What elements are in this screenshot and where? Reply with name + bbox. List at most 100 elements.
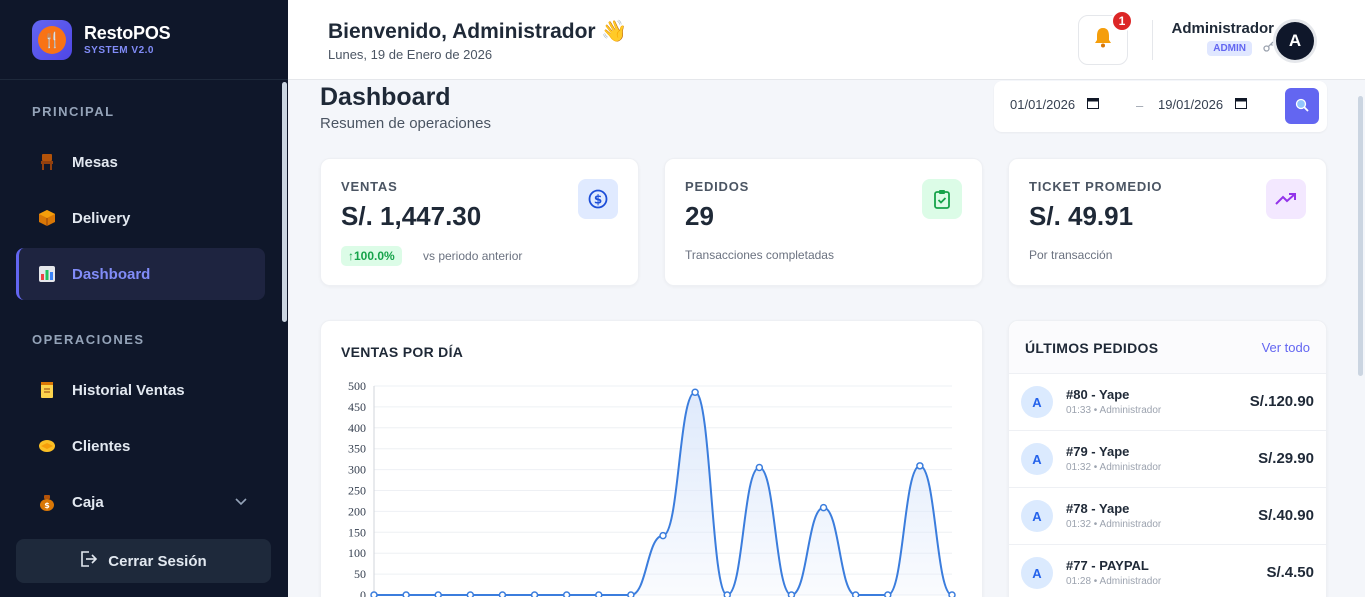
- date-range-filter: 01/01/2026 – 19/01/2026: [994, 81, 1327, 132]
- date-from-input[interactable]: 01/01/2026: [1010, 97, 1100, 112]
- order-avatar: A: [1021, 500, 1053, 532]
- view-all-link[interactable]: Ver todo: [1262, 340, 1310, 355]
- search-button[interactable]: [1285, 88, 1319, 124]
- bell-icon: [1093, 26, 1113, 54]
- date-to-value: 19/01/2026: [1158, 97, 1224, 112]
- handshake-icon: [38, 437, 56, 455]
- current-date: Lunes, 19 de Enero de 2026: [328, 47, 493, 62]
- stat-note: Por transacción: [1029, 248, 1113, 262]
- sidebar-item-label: Caja: [72, 493, 104, 511]
- user-name[interactable]: Administrador: [1171, 20, 1274, 37]
- order-row[interactable]: A #80 - Yape 01:33 • Administrador S/.12…: [1009, 374, 1326, 431]
- order-amount: S/.4.50: [1266, 564, 1314, 581]
- stat-note: Transacciones completadas: [685, 248, 834, 262]
- y-tick-label: 50: [354, 567, 366, 581]
- sidebar-item-label: Delivery: [72, 209, 131, 227]
- section-operaciones: OPERACIONES: [32, 332, 145, 347]
- data-point: [595, 591, 603, 597]
- order-avatar: A: [1021, 557, 1053, 589]
- y-tick-label: 0: [360, 588, 366, 597]
- svg-text:$: $: [44, 501, 50, 510]
- data-point: [466, 591, 475, 597]
- key-icon: [1263, 41, 1274, 55]
- logout-button[interactable]: Cerrar Sesión: [16, 539, 271, 583]
- data-point: [498, 591, 507, 597]
- orders-title: ÚLTIMOS PEDIDOS: [1025, 340, 1159, 356]
- stat-card-pedidos: PEDIDOS 29 Transacciones completadas: [664, 158, 983, 286]
- orders-header: ÚLTIMOS PEDIDOS Ver todo: [1009, 321, 1326, 374]
- data-point: [948, 591, 956, 597]
- y-tick-label: 250: [348, 484, 366, 498]
- y-tick-label: 400: [348, 421, 366, 435]
- data-point: [691, 388, 699, 397]
- sidebar-item-label: Historial Ventas: [72, 381, 185, 399]
- sales-line-chart: 0 50 100 150 200 250 300 350 400 450 500: [348, 379, 956, 597]
- sidebar-item-historial-ventas[interactable]: Historial Ventas: [16, 364, 265, 416]
- sidebar-item-clientes[interactable]: Clientes: [16, 420, 265, 472]
- order-id: #77 - PAYPAL: [1066, 558, 1149, 573]
- data-point: [402, 591, 410, 597]
- data-point: [370, 591, 378, 597]
- y-tick-label: 350: [348, 442, 366, 456]
- header-divider: [1152, 20, 1153, 60]
- order-row[interactable]: A #78 - Yape 01:32 • Administrador S/.40…: [1009, 488, 1326, 545]
- brand[interactable]: 🍴 RestoPOS SYSTEM V2.0: [0, 0, 288, 80]
- order-meta: 01:32 • Administrador: [1066, 462, 1162, 473]
- sidebar-item-label: Dashboard: [72, 265, 151, 283]
- svg-text:$: $: [594, 193, 602, 207]
- order-meta: 01:28 • Administrador: [1066, 576, 1162, 587]
- trend-badge: ↑100.0%: [341, 246, 402, 266]
- dollar-icon: $: [578, 179, 618, 219]
- sidebar-item-delivery[interactable]: Delivery: [16, 192, 265, 244]
- stat-card-ticket: TICKET PROMEDIO S/. 49.91 Por transacció…: [1008, 158, 1327, 286]
- data-point: [884, 591, 892, 597]
- date-separator: –: [1136, 98, 1144, 113]
- section-principal: PRINCIPAL: [32, 104, 115, 119]
- sidebar-item-label: Clientes: [72, 437, 131, 455]
- data-point: [819, 503, 828, 512]
- logout-label: Cerrar Sesión: [108, 552, 207, 570]
- stat-label: TICKET PROMEDIO: [1029, 179, 1163, 194]
- calendar-icon[interactable]: [1235, 97, 1248, 112]
- data-point: [434, 591, 442, 597]
- sidebar-item-dashboard[interactable]: Dashboard: [16, 248, 265, 300]
- date-to-input[interactable]: 19/01/2026: [1158, 97, 1248, 112]
- sidebar-item-label: Mesas: [72, 153, 118, 171]
- sidebar-item-mesas[interactable]: Mesas: [16, 136, 265, 188]
- chevron-down-icon[interactable]: [235, 495, 247, 509]
- utensils-icon: 🍴: [38, 25, 66, 54]
- calendar-icon[interactable]: [1087, 97, 1100, 112]
- top-header: Bienvenido, Administrador 👋 Lunes, 19 de…: [288, 0, 1365, 80]
- y-tick-label: 450: [348, 400, 366, 414]
- order-row[interactable]: A #77 - PAYPAL 01:28 • Administrador S/.…: [1009, 545, 1326, 597]
- role-badge: ADMIN: [1207, 41, 1252, 56]
- main-scrollbar[interactable]: [1358, 96, 1363, 376]
- data-point: [659, 531, 667, 540]
- stat-label: VENTAS: [341, 179, 398, 194]
- order-row[interactable]: A #79 - Yape 01:32 • Administrador S/.29…: [1009, 431, 1326, 488]
- series-area: [374, 392, 952, 595]
- data-point: [627, 591, 635, 597]
- order-avatar: A: [1021, 443, 1053, 475]
- data-point: [916, 462, 924, 470]
- search-icon: [1295, 98, 1309, 115]
- y-tick-label: 500: [348, 379, 366, 393]
- stat-label: PEDIDOS: [685, 179, 750, 194]
- order-id: #78 - Yape: [1066, 501, 1130, 516]
- brand-logo: 🍴: [32, 19, 72, 60]
- data-point: [723, 591, 731, 597]
- stat-card-ventas: VENTAS S/. 1,447.30 $ ↑100.0% vs periodo…: [320, 158, 639, 286]
- sidebar-scrollbar[interactable]: [282, 82, 287, 322]
- order-id: #79 - Yape: [1066, 444, 1130, 459]
- y-tick-label: 300: [348, 463, 366, 477]
- notification-count-badge: 1: [1111, 10, 1133, 32]
- bar-chart-icon: [38, 265, 56, 283]
- order-avatar: A: [1021, 386, 1053, 418]
- y-tick-label: 200: [348, 504, 366, 518]
- user-avatar[interactable]: A: [1276, 22, 1314, 60]
- y-tick-label: 150: [348, 525, 366, 539]
- brand-name: RestoPOS: [84, 23, 171, 43]
- sidebar-item-caja[interactable]: $ Caja: [16, 476, 265, 528]
- order-amount: S/.120.90: [1249, 393, 1314, 410]
- data-point: [787, 591, 796, 597]
